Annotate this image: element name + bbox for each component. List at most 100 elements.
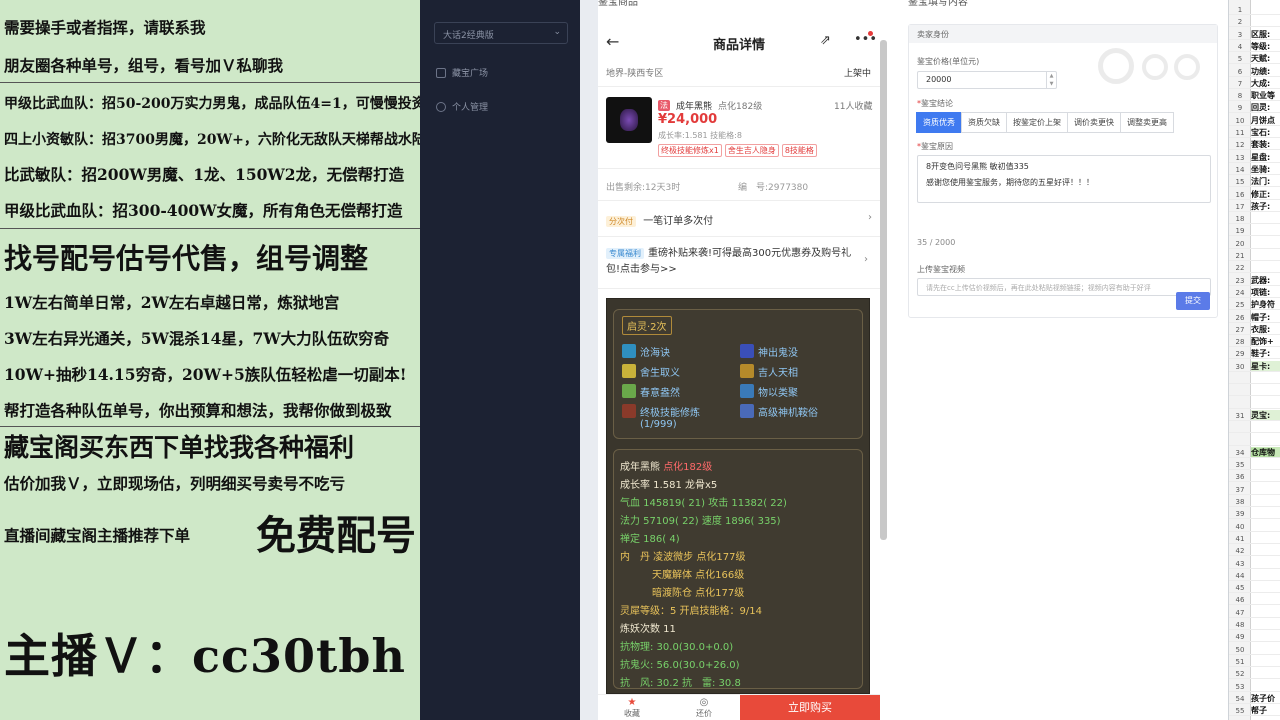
option-lacking[interactable]: 资质欠缺	[961, 112, 1007, 133]
cell[interactable]: 衣服:	[1251, 325, 1270, 334]
sheet-row[interactable]: 31 灵宝:	[1229, 409, 1280, 421]
cell[interactable]: 宝石:	[1251, 128, 1270, 137]
sheet-row[interactable]: 22	[1229, 262, 1280, 274]
consult-button[interactable]: ◎ 还价	[684, 697, 724, 719]
sheet-row[interactable]: 5 天赋:	[1229, 53, 1280, 65]
cell[interactable]: 配饰+	[1251, 337, 1274, 346]
sheet-row[interactable]: 6 功绩:	[1229, 66, 1280, 77]
sheet-row[interactable]: 18	[1229, 213, 1280, 225]
cell[interactable]: 武器:	[1251, 276, 1270, 285]
skill-item[interactable]: 终极技能修炼 (1/999)	[622, 404, 700, 430]
cell[interactable]: 月饼点	[1251, 116, 1275, 125]
sheet-row[interactable]: 35	[1229, 459, 1280, 471]
cell[interactable]: 功绩:	[1251, 67, 1270, 76]
promo-row[interactable]: 专属福利 重磅补贴来袭!可得最高300元优惠券及购号礼包!点击参与>>	[606, 246, 858, 278]
sheet-row[interactable]: 47	[1229, 607, 1280, 618]
sheet-row[interactable]: 3 区服:	[1229, 29, 1280, 40]
cell[interactable]: 星盘:	[1251, 153, 1270, 162]
cell[interactable]: 项链:	[1251, 288, 1270, 297]
cell[interactable]: 星卡:	[1251, 362, 1270, 371]
sheet-row[interactable]: 48	[1229, 619, 1280, 630]
price-input[interactable]: 20000 ▲ ▼	[917, 71, 1057, 89]
cell[interactable]: 法门:	[1251, 177, 1270, 186]
sheet-row[interactable]: 1	[1229, 4, 1280, 15]
sheet-row[interactable]: 30 星卡:	[1229, 360, 1280, 372]
cell[interactable]: 职业等	[1251, 91, 1275, 100]
sheet-row[interactable]: 36	[1229, 471, 1280, 483]
sheet-row[interactable]: 27 衣服:	[1229, 324, 1280, 335]
sheet-row[interactable]	[1229, 398, 1280, 409]
sheet-row[interactable]: 9 回灵:	[1229, 102, 1280, 114]
favorite-button[interactable]: ★ 收藏	[612, 697, 652, 719]
sheet-row[interactable]	[1229, 435, 1280, 446]
sheet-row[interactable]	[1229, 385, 1280, 397]
cell[interactable]: 孩子:	[1251, 202, 1270, 211]
sheet-row[interactable]: 24 项链:	[1229, 287, 1280, 298]
skill-item[interactable]: 舍生取义	[622, 364, 680, 379]
option-faster[interactable]: 调价卖更快	[1067, 112, 1121, 133]
sheet-row[interactable]: 7 大成:	[1229, 78, 1280, 89]
sheet-row[interactable]: 12 套装:	[1229, 139, 1280, 151]
sidebar-item-treasure-square[interactable]: 藏宝广场	[436, 66, 488, 79]
cell[interactable]: 鞋子:	[1251, 349, 1270, 358]
sheet-row[interactable]: 28 配饰+	[1229, 336, 1280, 348]
cell[interactable]: 灵宝:	[1251, 411, 1270, 420]
reason-textarea[interactable]: 8开变色问号黑熊 敏初值335 感谢您使用鉴宝服务，期待您的五星好评！！！	[917, 155, 1211, 203]
skill-item[interactable]: 高级神机鞍俗	[740, 404, 818, 419]
sheet-row[interactable]: 54 孩子价	[1229, 693, 1280, 704]
sheet-row[interactable]: 16 修正:	[1229, 189, 1280, 200]
buy-now-button[interactable]: 立即购买	[740, 695, 880, 720]
sidebar-item-personal[interactable]: 个人管理	[436, 100, 488, 113]
sheet-row[interactable]: 37	[1229, 484, 1280, 495]
sheet-row[interactable]: 53	[1229, 681, 1280, 692]
skill-item[interactable]: 吉人天相	[740, 364, 798, 379]
pet-thumbnail[interactable]	[606, 97, 652, 143]
sheet-row[interactable]: 20	[1229, 238, 1280, 249]
sheet-row[interactable]: 4 等级:	[1229, 41, 1280, 52]
sheet-row[interactable]: 43	[1229, 558, 1280, 569]
sheet-row[interactable]: 15 法门:	[1229, 176, 1280, 188]
sheet-row[interactable]: 25 护身符	[1229, 299, 1280, 311]
cell[interactable]: 回灵:	[1251, 103, 1270, 112]
more-icon[interactable]: •••	[854, 32, 877, 47]
submit-button[interactable]: 提交	[1176, 292, 1210, 310]
sheet-row[interactable]: 39	[1229, 508, 1280, 520]
sheet-row[interactable]: 14 坐骑:	[1229, 164, 1280, 175]
sheet-row[interactable]: 2	[1229, 16, 1280, 28]
skill-item[interactable]: 沧海诀	[622, 344, 670, 359]
option-higher[interactable]: 调整卖更高	[1120, 112, 1174, 133]
sheet-row[interactable]: 41	[1229, 533, 1280, 544]
sheet-row[interactable]: 38	[1229, 496, 1280, 507]
sheet-row[interactable]: 34 仓库物	[1229, 446, 1280, 458]
sheet-row[interactable]: 52	[1229, 668, 1280, 680]
cell[interactable]: 修正:	[1251, 190, 1270, 199]
cell[interactable]: 仓库物	[1251, 447, 1275, 457]
sheet-row[interactable]: 49	[1229, 631, 1280, 643]
cell[interactable]: 坐骑:	[1251, 165, 1270, 174]
stepper-icon[interactable]: ▲ ▼	[1046, 72, 1056, 88]
skill-item[interactable]: 春意盎然	[622, 384, 680, 399]
cell[interactable]: 等级:	[1251, 42, 1270, 51]
installment-row[interactable]: 分次付 一笔订单多次付 ›	[606, 212, 872, 227]
option-excellent[interactable]: 资质优秀	[916, 112, 962, 133]
sheet-row[interactable]: 10 月饼点	[1229, 115, 1280, 126]
cell[interactable]: 护身符	[1251, 300, 1275, 309]
sheet-row[interactable]: 29 鞋子:	[1229, 348, 1280, 360]
sheet-row[interactable]: 19	[1229, 225, 1280, 237]
option-list-at-price[interactable]: 按鉴定价上架	[1006, 112, 1068, 133]
sheet-row[interactable]	[1229, 422, 1280, 434]
sheet-row[interactable]: 17 孩子:	[1229, 201, 1280, 212]
cell[interactable]: 天赋:	[1251, 54, 1270, 63]
sheet-row[interactable]: 13 星盘:	[1229, 152, 1280, 163]
sheet-row[interactable]: 40	[1229, 521, 1280, 532]
sheet-row[interactable]: 8 职业等	[1229, 90, 1280, 102]
sheet-row[interactable]: 55 帮子	[1229, 705, 1280, 717]
scrollbar[interactable]	[880, 40, 887, 540]
sheet-row[interactable]: 51	[1229, 656, 1280, 667]
cell[interactable]: 套装:	[1251, 140, 1270, 149]
sheet-row[interactable]: 50	[1229, 644, 1280, 655]
sheet-row[interactable]: 44	[1229, 570, 1280, 581]
sheet-row[interactable]: 45	[1229, 582, 1280, 594]
sheet-row[interactable]	[1229, 373, 1280, 384]
skill-item[interactable]: 神出鬼没	[740, 344, 798, 359]
